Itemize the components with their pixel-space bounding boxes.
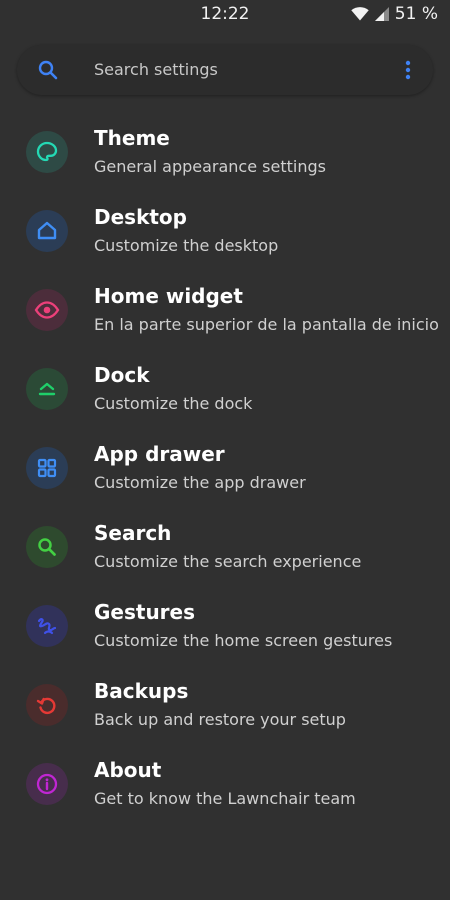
item-subtitle: Customize the dock xyxy=(94,394,253,413)
status-icons: 51 % xyxy=(351,4,438,24)
palette-icon xyxy=(26,131,68,173)
item-title: Search xyxy=(94,521,172,545)
item-subtitle: Customize the app drawer xyxy=(94,473,306,492)
item-title: Desktop xyxy=(94,205,187,229)
settings-list: Theme General appearance settings Deskto… xyxy=(0,112,450,823)
item-title: Theme xyxy=(94,126,170,150)
settings-item-theme[interactable]: Theme General appearance settings xyxy=(0,112,450,191)
item-subtitle: Get to know the Lawnchair team xyxy=(94,789,356,808)
eye-icon xyxy=(26,289,68,331)
status-bar: 12:22 51 % xyxy=(0,0,450,30)
search-icon xyxy=(26,526,68,568)
item-subtitle: En la parte superior de la pantalla de i… xyxy=(94,315,439,334)
item-title: Gestures xyxy=(94,600,196,624)
item-title: App drawer xyxy=(94,442,225,466)
settings-item-desktop[interactable]: Desktop Customize the desktop xyxy=(0,191,450,270)
item-title: Dock xyxy=(94,363,150,387)
item-title: Backups xyxy=(94,679,189,703)
item-title: About xyxy=(94,758,162,782)
item-subtitle: General appearance settings xyxy=(94,157,326,176)
item-subtitle: Customize the home screen gestures xyxy=(94,631,393,650)
settings-item-gestures[interactable]: Gestures Customize the home screen gestu… xyxy=(0,586,450,665)
more-vert-icon[interactable] xyxy=(397,58,419,82)
settings-item-dock[interactable]: Dock Customize the dock xyxy=(0,349,450,428)
home-icon xyxy=(26,210,68,252)
settings-item-search[interactable]: Search Customize the search experience xyxy=(0,507,450,586)
grid-icon xyxy=(26,447,68,489)
restore-icon xyxy=(26,684,68,726)
battery-level: 51 % xyxy=(394,4,438,24)
settings-item-backups[interactable]: Backups Back up and restore your setup xyxy=(0,665,450,744)
settings-item-about[interactable]: About Get to know the Lawnchair team xyxy=(0,744,450,823)
item-subtitle: Customize the search experience xyxy=(94,552,362,571)
settings-item-app-drawer[interactable]: App drawer Customize the app drawer xyxy=(0,428,450,507)
settings-item-home-widget[interactable]: Home widget En la parte superior de la p… xyxy=(0,270,450,349)
dock-icon xyxy=(26,368,68,410)
wifi-icon xyxy=(351,7,369,21)
item-subtitle: Customize the desktop xyxy=(94,236,279,255)
item-title: Home widget xyxy=(94,284,243,308)
info-icon xyxy=(26,763,68,805)
search-input[interactable]: Search settings xyxy=(94,60,218,79)
search-bar[interactable]: Search settings xyxy=(17,45,433,95)
gesture-icon xyxy=(26,605,68,647)
search-icon xyxy=(37,59,59,81)
item-subtitle: Back up and restore your setup xyxy=(94,710,346,729)
cellular-signal-icon xyxy=(374,7,389,21)
